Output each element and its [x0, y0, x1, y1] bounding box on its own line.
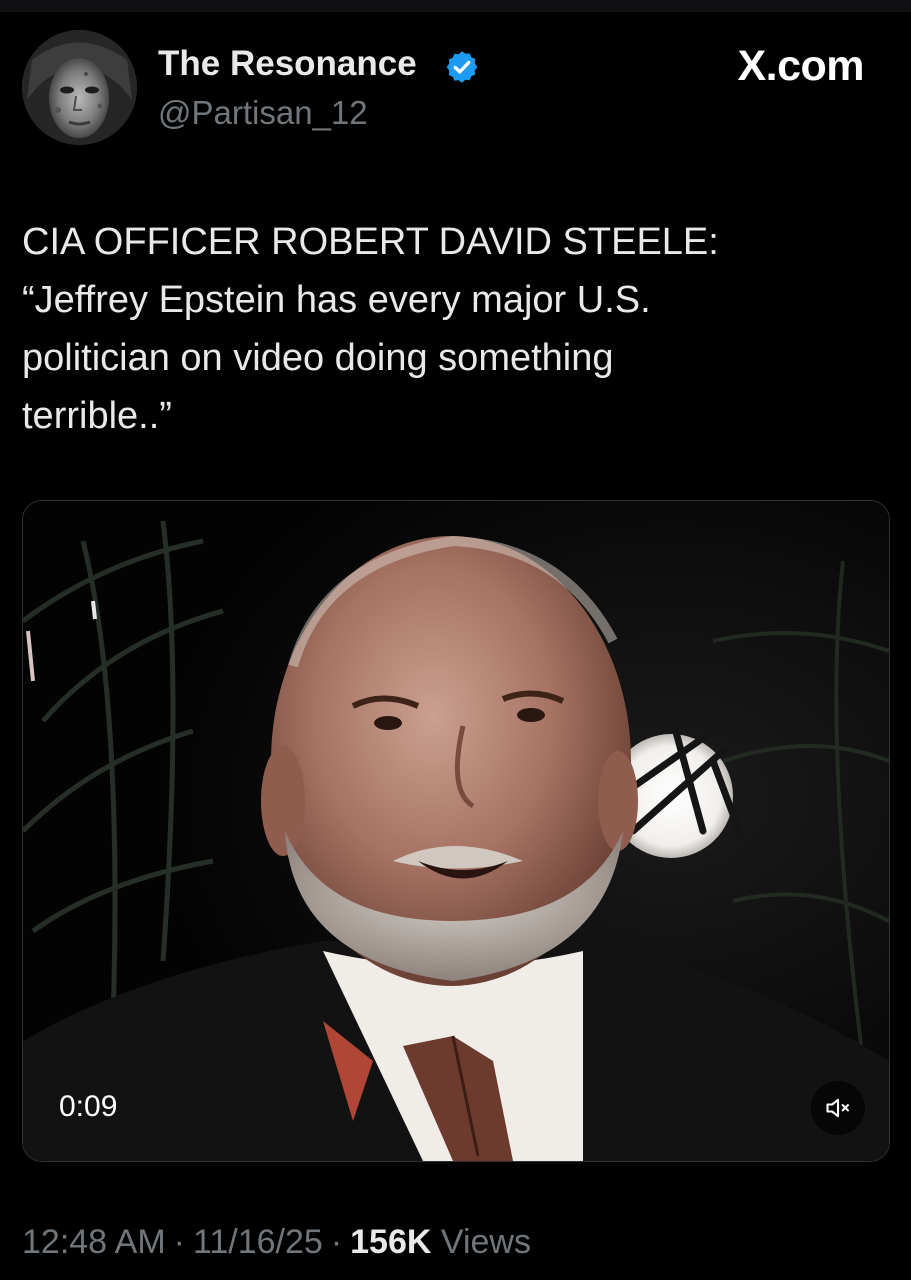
speaker-muted-icon: [826, 1098, 849, 1118]
video-frame: [23, 501, 889, 1161]
tweet-text-line: “Jeffrey Epstein has every major U.S.: [22, 279, 651, 321]
video-timecode: 0:09: [59, 1090, 118, 1123]
tweet-text: CIA OFFICER ROBERT DAVID STEELE: “Jeffre…: [22, 213, 882, 445]
video-player[interactable]: 0:09: [22, 500, 890, 1162]
x-brand-logo: X.com: [737, 42, 864, 90]
tweet-time[interactable]: 12:48 AM: [22, 1223, 166, 1261]
author-handle[interactable]: @Partisan_12: [158, 94, 368, 132]
meta-separator: ·: [173, 1223, 185, 1261]
views-label: Views: [440, 1223, 531, 1261]
mute-toggle-button[interactable]: [811, 1081, 865, 1135]
meta-separator: ·: [330, 1223, 343, 1261]
author-avatar[interactable]: [22, 30, 137, 145]
tweet-text-line: terrible..”: [22, 395, 172, 437]
tweet-date[interactable]: 11/16/25: [193, 1223, 323, 1261]
author-display-name[interactable]: The Resonance: [158, 44, 417, 84]
tweet-text-line: politician on video doing something: [22, 337, 614, 379]
tweet-metadata: 12:48 AM · 11/16/25 · 156K Views: [22, 1222, 531, 1262]
avatar-image: [22, 30, 137, 145]
verified-badge-icon: [444, 49, 480, 85]
views-count[interactable]: 156K: [350, 1223, 431, 1261]
tweet-text-line: CIA OFFICER ROBERT DAVID STEELE:: [22, 221, 719, 263]
top-edge-strip: [0, 0, 911, 12]
